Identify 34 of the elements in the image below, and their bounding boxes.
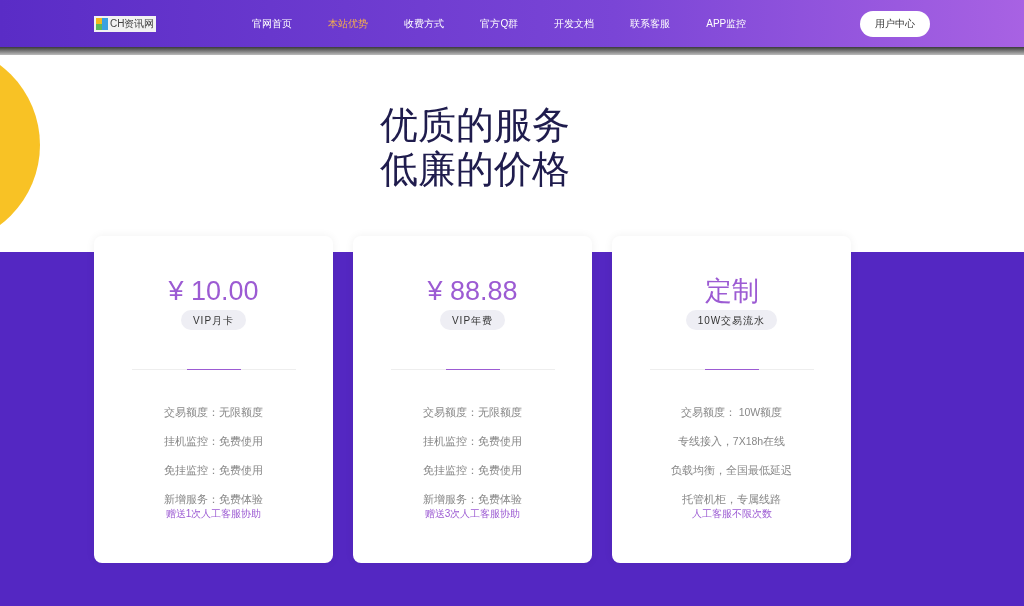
nav-link[interactable]: 官网首页 — [252, 16, 293, 31]
nav-link[interactable]: 联系客服 — [630, 16, 671, 31]
nav-link[interactable]: APP监控 — [706, 16, 747, 31]
plan-tag: VIP年费 — [439, 310, 506, 330]
plan-tag: VIP月卡 — [180, 310, 247, 330]
plan-note: 人工客服不限次数 — [691, 508, 772, 520]
plan-price: ¥ 10.00 — [168, 275, 259, 308]
logo-text: CH资讯网 — [110, 17, 155, 30]
plan-feature: 挂机监控：免费使用 — [423, 434, 522, 449]
user-center-button[interactable]: 用户中心 — [860, 10, 930, 37]
plan-feature: 交易额度：无限额度 — [164, 405, 263, 420]
plan-feature: 专线接入，7X18h在线 — [677, 434, 786, 449]
logo[interactable]: CH资讯网 — [94, 15, 157, 32]
plan-feature: 免挂监控：免费使用 — [164, 463, 263, 478]
plan-feature: 免挂监控：免费使用 — [423, 463, 522, 478]
plan-feature: 新增服务：免费体验 — [164, 492, 263, 507]
hero-title-line: 优质的服务 — [380, 103, 571, 147]
nav-link[interactable]: 收费方式 — [404, 16, 445, 31]
nav-link[interactable]: 本站优势 — [328, 16, 369, 31]
plan-feature: 挂机监控：免费使用 — [164, 434, 263, 449]
plan-feature: 新增服务：免费体验 — [423, 492, 522, 507]
plan-tag: 10W交易流水 — [685, 310, 778, 330]
plan-feature: 负载均衡，全国最低延迟 — [671, 463, 792, 478]
plan-note: 赠送3次人工客服协助 — [424, 508, 521, 520]
plan-feature: 交易额度：无限额度 — [423, 405, 522, 420]
plan-note: 赠送1次人工客服协助 — [165, 508, 262, 520]
nav-link[interactable]: 开发文档 — [554, 16, 595, 31]
plan-price: ¥ 88.88 — [427, 275, 518, 308]
hero-title-line: 低廉的价格 — [380, 147, 571, 191]
plan-feature: 交易额度： 10W额度 — [680, 405, 783, 420]
logo-icon — [96, 17, 108, 30]
plan-price: 定制 — [704, 275, 759, 308]
nav-link[interactable]: 官方Q群 — [480, 16, 519, 31]
plan-feature: 托管机柜，专属线路 — [682, 492, 781, 507]
